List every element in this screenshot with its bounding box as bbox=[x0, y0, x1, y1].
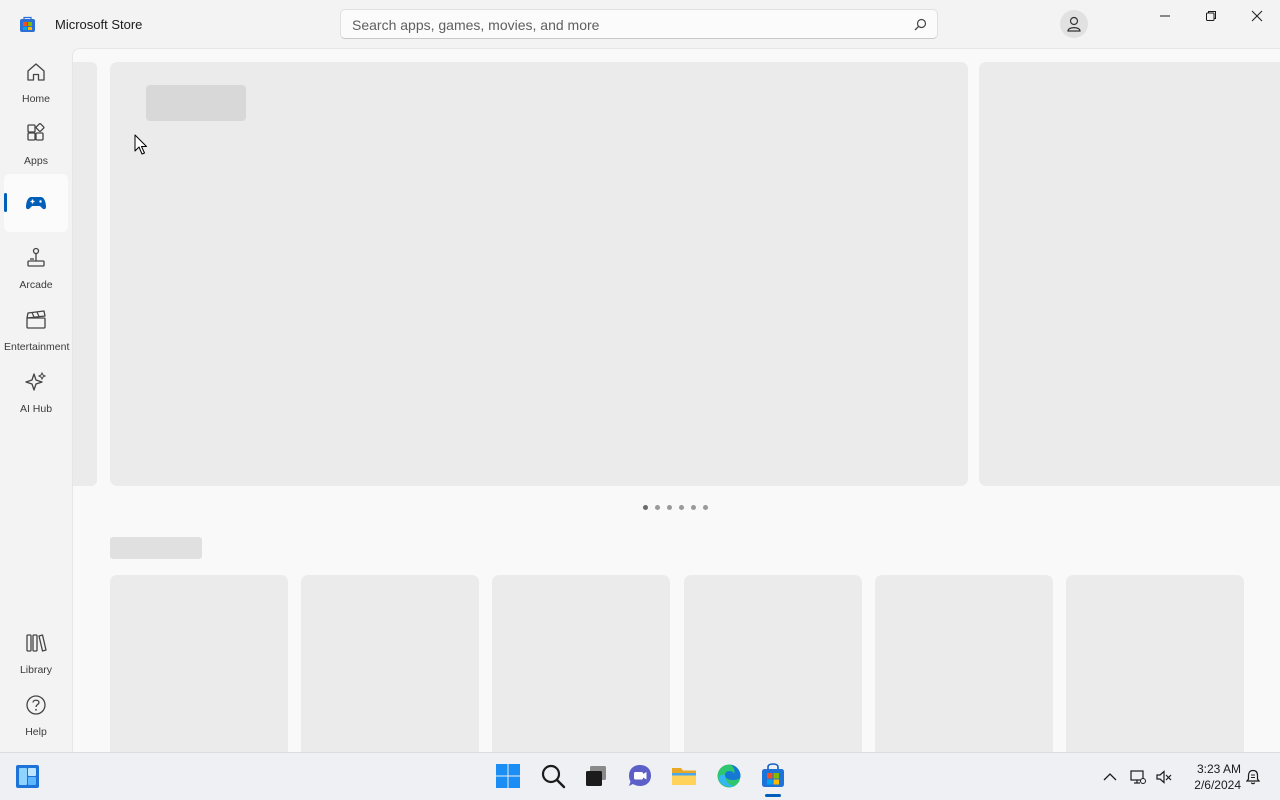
app-card-placeholder[interactable] bbox=[301, 575, 479, 752]
clock-time: 3:23 AM bbox=[1196, 762, 1241, 776]
network-icon[interactable] bbox=[1130, 769, 1146, 785]
sidebar-item-entertainment[interactable]: Entertainment bbox=[4, 301, 70, 359]
carousel-dot[interactable] bbox=[691, 505, 696, 510]
sidebar-item-label: Library bbox=[19, 664, 53, 676]
sidebar-item-help[interactable]: Help bbox=[4, 686, 68, 744]
file-explorer-icon[interactable] bbox=[671, 763, 697, 789]
sparkle-icon bbox=[25, 371, 47, 391]
microsoft-store-logo-icon bbox=[20, 16, 35, 32]
sidebar-item-library[interactable]: Library bbox=[4, 624, 68, 682]
hero-card-main[interactable] bbox=[110, 62, 968, 486]
sidebar-item-home[interactable]: Home bbox=[4, 53, 68, 111]
app-card-placeholder[interactable] bbox=[1066, 575, 1244, 752]
start-icon[interactable] bbox=[495, 763, 521, 789]
close-button[interactable] bbox=[1234, 0, 1280, 32]
sidebar-item-label: Arcade bbox=[19, 279, 53, 291]
search-icon[interactable] bbox=[914, 18, 927, 31]
mouse-cursor-icon bbox=[134, 134, 147, 155]
search-icon[interactable] bbox=[540, 763, 566, 789]
gamepad-icon bbox=[26, 197, 46, 210]
clapperboard-icon bbox=[26, 310, 46, 329]
teams-chat-icon[interactable] bbox=[627, 763, 653, 789]
hero-title-placeholder bbox=[146, 85, 246, 121]
edge-icon[interactable] bbox=[716, 763, 742, 789]
widgets-icon[interactable] bbox=[15, 764, 40, 789]
system-clock[interactable]: 3:23 AM 2/6/2024 bbox=[1185, 761, 1241, 793]
volume-muted-icon[interactable] bbox=[1156, 769, 1172, 785]
close-icon bbox=[1251, 10, 1263, 22]
account-button[interactable] bbox=[1060, 10, 1088, 38]
sidebar-item-apps[interactable]: Apps bbox=[4, 115, 68, 173]
home-icon bbox=[27, 63, 45, 81]
task-view-icon[interactable] bbox=[583, 763, 609, 789]
app-card-placeholder[interactable] bbox=[684, 575, 862, 752]
carousel-dot[interactable] bbox=[667, 505, 672, 510]
app-card-placeholder[interactable] bbox=[875, 575, 1053, 752]
hero-card-next[interactable] bbox=[979, 62, 1280, 486]
sidebar-item-label: Help bbox=[25, 726, 47, 738]
store-icon[interactable] bbox=[760, 763, 786, 789]
carousel-dot[interactable] bbox=[703, 505, 708, 510]
minimize-button[interactable] bbox=[1142, 0, 1188, 32]
search-input[interactable] bbox=[350, 10, 914, 40]
title-bar: Microsoft Store bbox=[0, 0, 1280, 48]
sidebar-item-label: Home bbox=[21, 93, 50, 105]
app-title: Microsoft Store bbox=[55, 17, 143, 32]
sidebar-item-label: Apps bbox=[24, 155, 48, 167]
notification-icon[interactable] bbox=[1245, 769, 1261, 785]
chevron-up-icon[interactable] bbox=[1102, 769, 1118, 785]
clock-date: 2/6/2024 bbox=[1194, 778, 1241, 792]
minimize-icon bbox=[1160, 15, 1170, 17]
sidebar-item-ai-hub[interactable]: AI Hub bbox=[4, 363, 68, 421]
active-indicator bbox=[4, 193, 7, 212]
help-icon bbox=[26, 695, 46, 715]
restore-button[interactable] bbox=[1188, 0, 1234, 32]
sidebar-item-arcade[interactable]: Arcade bbox=[4, 239, 68, 297]
sidebar-item-gaming[interactable] bbox=[4, 174, 68, 232]
app-card-placeholder[interactable] bbox=[492, 575, 670, 752]
joystick-icon bbox=[27, 247, 45, 267]
taskbar-active-indicator bbox=[765, 794, 781, 797]
sidebar-item-label: Entertainment bbox=[4, 341, 70, 353]
carousel-dot[interactable] bbox=[655, 505, 660, 510]
carousel-dot[interactable] bbox=[679, 505, 684, 510]
library-icon bbox=[26, 634, 47, 652]
main-content bbox=[72, 48, 1280, 752]
app-card-placeholder[interactable] bbox=[110, 575, 288, 752]
apps-icon bbox=[27, 123, 45, 141]
restore-icon bbox=[1206, 11, 1216, 21]
sidebar-item-label: AI Hub bbox=[19, 403, 53, 415]
sidebar: Home Apps Arcade Entertainment AI Hub Li… bbox=[0, 48, 72, 752]
carousel-dot[interactable] bbox=[643, 505, 648, 510]
hero-card-previous[interactable] bbox=[73, 62, 97, 486]
search-box[interactable] bbox=[340, 9, 938, 40]
taskbar: 3:23 AM 2/6/2024 bbox=[0, 752, 1280, 800]
user-icon bbox=[1067, 16, 1081, 32]
section-title-placeholder bbox=[110, 537, 202, 559]
